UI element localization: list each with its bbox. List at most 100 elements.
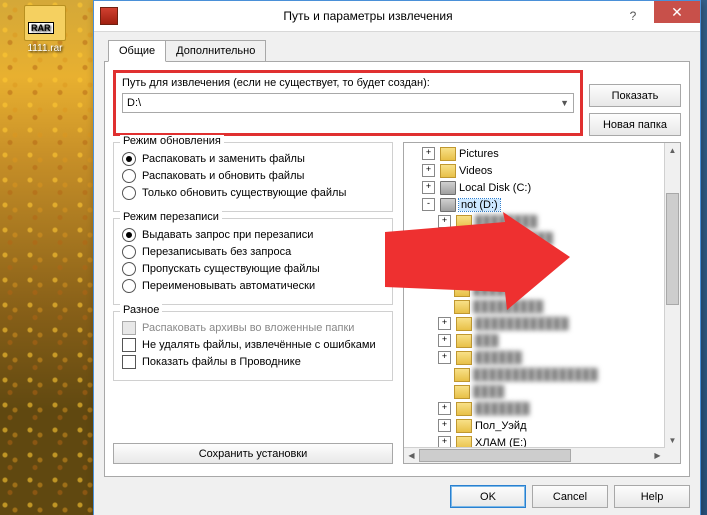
tree-item[interactable]: ████: [406, 383, 678, 400]
scroll-up-icon[interactable]: ▲: [665, 143, 680, 158]
checkbox-icon: [122, 321, 136, 335]
expand-icon[interactable]: +: [438, 317, 451, 330]
folder-icon: [440, 147, 456, 161]
tree-item[interactable]: +████████████: [406, 315, 678, 332]
extract-dialog: Путь и параметры извлечения ? ✕ Общие До…: [93, 0, 701, 515]
option-label: Только обновить существующие файлы: [142, 187, 346, 199]
tree-label: Local Disk (C:): [459, 182, 531, 194]
tab-advanced[interactable]: Дополнительно: [165, 40, 266, 62]
folder-icon: [456, 317, 472, 331]
rar-file-icon: [24, 5, 66, 41]
folder-icon: [454, 368, 470, 382]
radio-icon: [122, 169, 136, 183]
tree-item[interactable]: +Pictures: [406, 145, 678, 162]
scroll-thumb[interactable]: [666, 193, 679, 305]
help-titlebar-button[interactable]: ?: [612, 5, 654, 27]
scroll-right-icon[interactable]: ▶: [650, 448, 665, 463]
tree-label: ████████████████: [473, 369, 598, 381]
expand-icon[interactable]: +: [422, 164, 435, 177]
scroll-left-icon[interactable]: ◀: [404, 448, 419, 463]
checkbox-icon: [122, 355, 136, 369]
tree-label: ███████: [475, 403, 530, 415]
tree-item[interactable]: █████████: [406, 298, 678, 315]
expand-icon[interactable]: +: [438, 334, 451, 347]
tree-label: █████████: [473, 301, 543, 313]
drive-icon: [440, 181, 456, 195]
radio-option[interactable]: Только обновить существующие файлы: [122, 186, 384, 200]
tree-label: ████: [473, 386, 504, 398]
tree-item[interactable]: +Пол_Уэйд: [406, 417, 678, 434]
radio-icon: [122, 152, 136, 166]
checkbox-option[interactable]: Не удалять файлы, извлечённые с ошибками: [122, 338, 384, 352]
tree-item[interactable]: +████████: [406, 213, 678, 230]
folder-icon: [456, 419, 472, 433]
radio-option[interactable]: Переименовывать автоматически: [122, 279, 384, 293]
tree-label: ██████: [475, 352, 522, 364]
expand-icon[interactable]: +: [438, 215, 451, 228]
show-button[interactable]: Показать: [589, 84, 681, 107]
radio-icon: [122, 228, 136, 242]
group-label: Режим обновления: [120, 135, 224, 147]
radio-option[interactable]: Распаковать и заменить файлы: [122, 152, 384, 166]
option-label: Выдавать запрос при перезаписи: [142, 229, 313, 241]
help-button[interactable]: Help: [614, 485, 690, 508]
tree-item[interactable]: ██████: [406, 281, 678, 298]
tree-item[interactable]: + ██████: [406, 349, 678, 366]
tree-label: ████████: [473, 267, 535, 279]
tree-label: ██████████: [475, 233, 553, 245]
cancel-button[interactable]: Cancel: [532, 485, 608, 508]
folder-icon: [454, 266, 470, 280]
path-highlight-box: Путь для извлечения (если не существует,…: [113, 70, 583, 136]
tree-label: ██████: [473, 284, 520, 296]
horizontal-scrollbar[interactable]: ◀ ▶: [404, 447, 665, 463]
radio-option[interactable]: Перезаписывать без запроса: [122, 245, 384, 259]
tab-general[interactable]: Общие: [108, 40, 166, 62]
desktop: 1111.rar Путь и параметры извлечения ? ✕…: [0, 0, 707, 515]
tree-item[interactable]: ████████: [406, 264, 678, 281]
path-combobox[interactable]: D:\ ▼: [122, 93, 574, 113]
checkbox-option: Распаковать архивы во вложенные папки: [122, 321, 384, 335]
option-label: Перезаписывать без запроса: [142, 246, 291, 258]
expand-icon[interactable]: +: [422, 181, 435, 194]
ok-button[interactable]: OK: [450, 485, 526, 508]
dialog-title: Путь и параметры извлечения: [124, 9, 612, 23]
scroll-down-icon[interactable]: ▼: [665, 433, 680, 448]
desktop-rar-icon[interactable]: 1111.rar: [20, 5, 70, 54]
scroll-corner: [665, 448, 680, 463]
tree-item[interactable]: + Local Disk (C:): [406, 179, 678, 196]
expand-icon[interactable]: +: [422, 147, 435, 160]
option-label: Переименовывать автоматически: [142, 280, 315, 292]
tree-item[interactable]: -not (D:): [406, 196, 678, 213]
tree-item[interactable]: + ███: [406, 332, 678, 349]
chevron-down-icon[interactable]: ▼: [560, 98, 569, 108]
desktop-icon-label: 1111.rar: [20, 43, 70, 54]
update-mode-group: Режим обновления Распаковать и заменить …: [113, 142, 393, 212]
expand-icon[interactable]: +: [438, 232, 451, 245]
vertical-scrollbar[interactable]: ▲ ▼: [664, 143, 680, 448]
path-value: D:\: [127, 97, 141, 109]
radio-option[interactable]: Выдавать запрос при перезаписи: [122, 228, 384, 242]
folder-icon: [456, 402, 472, 416]
tree-item[interactable]: + ███████: [406, 400, 678, 417]
tree-item[interactable]: +Videos: [406, 162, 678, 179]
radio-option[interactable]: Распаковать и обновить файлы: [122, 169, 384, 183]
folder-tree[interactable]: +Pictures+Videos+Local Disk (C:)-not (D:…: [403, 142, 681, 464]
tree-label: ███: [475, 335, 498, 347]
expand-icon[interactable]: -: [422, 198, 435, 211]
new-folder-button[interactable]: Новая папка: [589, 113, 681, 136]
expand-icon[interactable]: +: [438, 402, 451, 415]
group-label: Режим перезаписи: [120, 211, 222, 223]
tree-label: █████: [473, 250, 512, 262]
app-icon: [100, 7, 118, 25]
expand-icon[interactable]: +: [438, 419, 451, 432]
close-button[interactable]: ✕: [654, 1, 700, 23]
radio-option[interactable]: Пропускать существующие файлы: [122, 262, 384, 276]
save-settings-button[interactable]: Сохранить установки: [113, 443, 393, 464]
tree-item[interactable]: ████████████████: [406, 366, 678, 383]
tree-item[interactable]: + ██████████: [406, 230, 678, 247]
checkbox-option[interactable]: Показать файлы в Проводнике: [122, 355, 384, 369]
dialog-footer: OK Cancel Help: [450, 485, 690, 508]
scroll-thumb[interactable]: [419, 449, 571, 462]
tree-item[interactable]: █████: [406, 247, 678, 264]
expand-icon[interactable]: +: [438, 351, 451, 364]
